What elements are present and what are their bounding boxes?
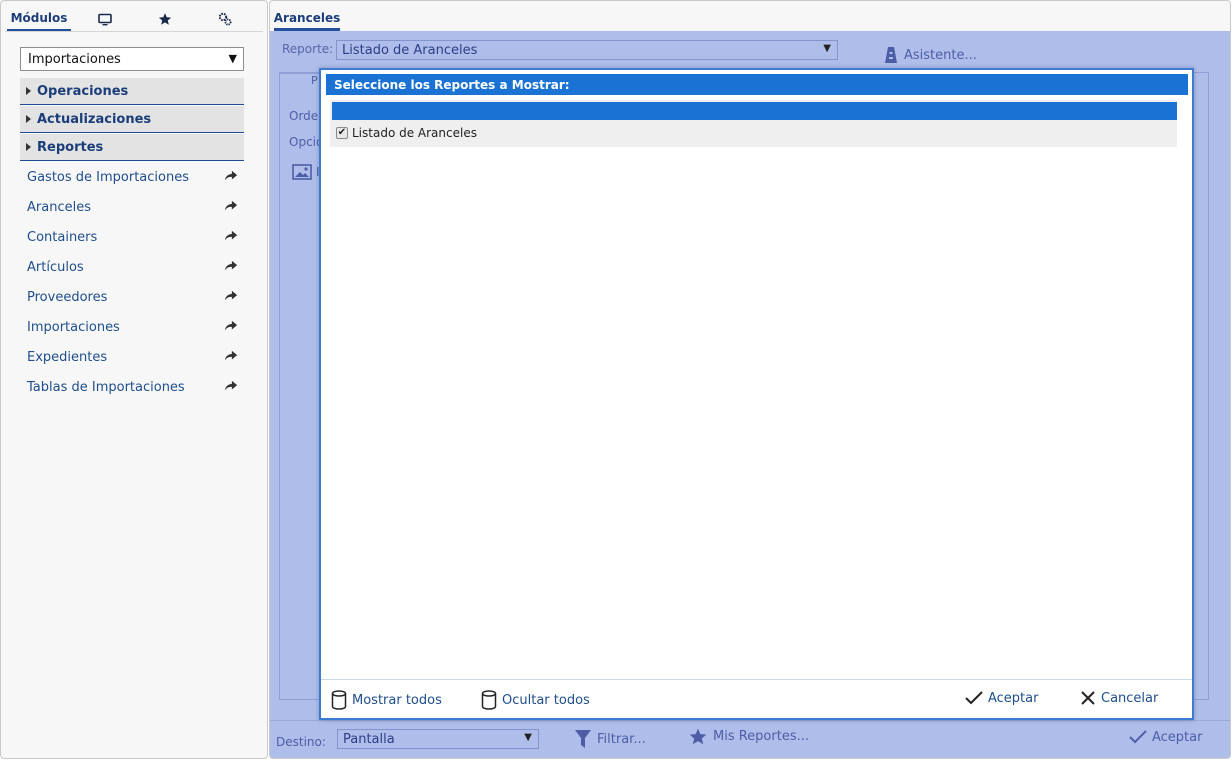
modules-panel: Módulos Importaciones ▼ Operaciones Actu… — [0, 0, 268, 759]
chevron-down-icon: ▼ — [228, 52, 237, 65]
report-link-expedientes[interactable]: Expedientes — [20, 345, 244, 369]
list-item[interactable]: ✔ Listado de Aranceles — [336, 125, 477, 141]
filtrar-label: Filtrar... — [597, 731, 646, 747]
report-link-proveedores[interactable]: Proveedores — [20, 285, 244, 309]
report-label: Reporte: — [282, 42, 334, 56]
list-item-label: Listado de Aranceles — [352, 126, 477, 140]
report-link-label: Aranceles — [27, 199, 91, 215]
monitor-icon — [98, 13, 112, 25]
share-arrow-icon — [224, 230, 238, 241]
module-select[interactable]: Importaciones ▼ — [20, 47, 244, 71]
select-reports-dialog: Seleccione los Reportes a Mostrar: ✔ Lis… — [319, 68, 1194, 720]
dialog-aceptar-label: Aceptar — [988, 690, 1039, 706]
report-select-value: Listado de Aranceles — [342, 42, 478, 58]
tab-aranceles[interactable]: Aranceles — [274, 7, 340, 31]
report-link-aranceles[interactable]: Aranceles — [20, 195, 244, 219]
section-label: Actualizaciones — [37, 111, 152, 127]
tab-favorites[interactable] — [145, 6, 185, 32]
destino-label: Destino: — [276, 735, 326, 749]
mis-reportes-label: Mis Reportes... — [713, 729, 809, 744]
report-link-label: Containers — [27, 229, 98, 245]
report-link-articulos[interactable]: Artículos — [20, 255, 244, 279]
aceptar-button[interactable]: Aceptar — [1129, 729, 1202, 745]
dialog-footer: Mostrar todos Ocultar todos Aceptar Canc… — [321, 679, 1192, 718]
section-operaciones[interactable]: Operaciones — [20, 78, 244, 105]
report-link-label: Importaciones — [27, 319, 120, 335]
report-link-tablas[interactable]: Tablas de Importaciones — [20, 375, 244, 399]
dialog-cancelar-button[interactable]: Cancelar — [1080, 690, 1158, 706]
report-link-label: Proveedores — [27, 289, 108, 305]
report-link-gastos[interactable]: Gastos de Importaciones — [20, 165, 244, 189]
caret-right-icon — [26, 87, 31, 95]
tab-config[interactable] — [205, 6, 245, 32]
share-arrow-icon — [224, 170, 238, 181]
options-tab[interactable]: P — [279, 73, 323, 87]
tab-modulos[interactable]: Módulos — [7, 6, 71, 32]
mostrar-todos-label: Mostrar todos — [352, 692, 442, 708]
section-label: Reportes — [37, 139, 104, 155]
section-reportes[interactable]: Reportes — [20, 134, 244, 161]
image-icon — [292, 164, 312, 180]
section-actualizaciones[interactable]: Actualizaciones — [20, 106, 244, 133]
check-icon — [1129, 730, 1147, 744]
mis-reportes-button[interactable]: Mis Reportes... — [688, 727, 809, 746]
share-arrow-icon — [224, 200, 238, 211]
mostrar-todos-button[interactable]: Mostrar todos — [331, 690, 442, 710]
module-select-value: Importaciones — [28, 51, 121, 67]
report-link-importaciones[interactable]: Importaciones — [20, 315, 244, 339]
left-tabs: Módulos — [7, 6, 257, 32]
dialog-cancelar-label: Cancelar — [1101, 690, 1159, 706]
report-link-label: Tablas de Importaciones — [27, 379, 185, 395]
wizard-icon — [885, 47, 897, 63]
caret-right-icon — [26, 115, 31, 123]
reports-list-header — [332, 102, 1177, 120]
chevron-down-icon: ▼ — [823, 43, 831, 54]
star-icon — [689, 728, 707, 745]
destino-select-value: Pantalla — [343, 731, 395, 747]
image-option: I — [292, 164, 320, 180]
ocultar-todos-label: Ocultar todos — [502, 692, 590, 708]
star-icon — [158, 13, 172, 25]
section-label: Operaciones — [37, 83, 129, 99]
caret-right-icon — [26, 143, 31, 151]
checkbox-checked[interactable]: ✔ — [336, 127, 348, 139]
reports-list: ✔ Listado de Aranceles — [330, 100, 1177, 147]
chevron-down-icon: ▼ — [524, 732, 532, 743]
settings-icon — [218, 12, 232, 26]
filtrar-button[interactable]: Filtrar... — [574, 729, 646, 749]
orden-label: Orde — [289, 109, 319, 123]
database-icon — [481, 690, 497, 710]
aceptar-label: Aceptar — [1152, 729, 1203, 745]
share-arrow-icon — [224, 260, 238, 271]
asistente-button[interactable]: Asistente... — [884, 46, 977, 64]
report-link-label: Artículos — [27, 259, 84, 275]
report-link-containers[interactable]: Containers — [20, 225, 244, 249]
share-arrow-icon — [224, 380, 238, 391]
report-link-label: Gastos de Importaciones — [27, 169, 189, 185]
report-link-label: Expedientes — [27, 349, 108, 365]
tab-monitor[interactable] — [85, 6, 125, 32]
tabs-divider — [5, 31, 263, 32]
close-icon — [1081, 691, 1095, 705]
share-arrow-icon — [224, 290, 238, 301]
ocultar-todos-button[interactable]: Ocultar todos — [481, 690, 590, 710]
database-icon — [331, 690, 347, 710]
destino-select[interactable]: Pantalla ▼ — [337, 729, 539, 749]
share-arrow-icon — [224, 350, 238, 361]
share-arrow-icon — [224, 320, 238, 331]
dialog-title: Seleccione los Reportes a Mostrar: — [326, 74, 1188, 95]
asistente-label: Asistente... — [904, 47, 977, 63]
bottom-bar: Destino: Pantalla ▼ Filtrar... Mis Repor… — [270, 720, 1230, 758]
dialog-aceptar-button[interactable]: Aceptar — [965, 690, 1038, 706]
check-icon — [965, 691, 983, 705]
filter-icon — [575, 730, 591, 748]
report-select[interactable]: Listado de Aranceles ▼ — [336, 40, 838, 60]
